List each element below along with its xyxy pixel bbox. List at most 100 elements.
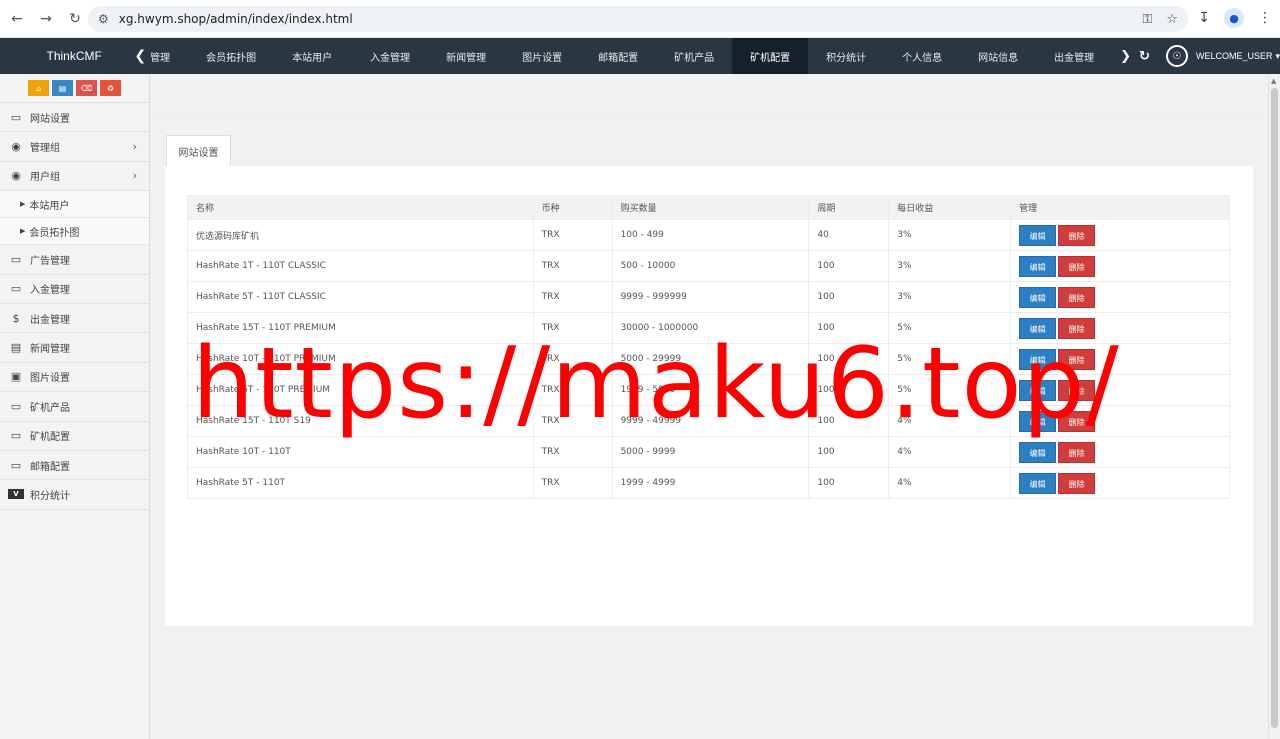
table-header-row: 名称 币种 购买数量 周期 每日收益 管理 [187,195,1230,220]
sidebar-item-7[interactable]: ▣ 图片设置 [0,362,149,393]
cell-actions: 编辑 删除 [1010,436,1230,468]
cell-amount: 100 - 499 [611,219,810,251]
cell-coin: TRX [532,219,613,251]
sidebar-item-label: 广告管理 [30,255,70,267]
cell-period: 100 [808,467,890,499]
nav-item-3[interactable]: 入金管理 [352,38,428,74]
sidebar-item-2[interactable]: ◉ 用户组 › [0,161,149,192]
download-icon[interactable]: ↧ [1198,10,1210,26]
recycle-icon[interactable]: ♻ [100,80,121,96]
sidebar-item-label: 管理组 [30,143,60,155]
nav-menu: 管理 会员拓扑图 本站用户 入金管理 新闻管理 图片设置 邮箱配置 矿机产品 矿机配置 积分统计个… [150,38,1112,74]
chevron-right-icon[interactable]: ❯ [1120,49,1131,64]
delete-button[interactable]: 删除 [1058,472,1096,494]
file-icon[interactable]: ▤ [52,80,73,96]
password-key-icon[interactable]: ⚿ [1142,12,1152,27]
nav-item-11[interactable]: 网站信息 [960,38,1036,74]
table-row: HashRate 10T - 110T TRX 5000 - 9999 100 4% 编辑… [187,436,1230,468]
forward-icon[interactable]: → [33,6,59,32]
column-header: 周期 [808,195,890,220]
delete-button[interactable]: 删除 [1058,441,1096,463]
edit-button[interactable]: 编辑 [1019,472,1057,494]
sidebar-item-label: 图片设置 [30,373,70,385]
edit-button[interactable]: 编辑 [1019,286,1057,308]
nav-item-9[interactable]: 积分统计 [808,38,884,74]
user-menu[interactable]: ☉ WELCOME_USER ▾ [1165,45,1280,67]
sidebar-item-8[interactable]: ▭ 矿机产品 [0,392,149,422]
nav-item-4[interactable]: 新闻管理 [428,38,504,74]
sidebar-item-label: 矿机产品 [30,402,70,414]
home-icon[interactable]: ⌂ [28,80,49,96]
sidebar-menu: ▭ 网站设置 ◉ 管理组 › ◉ 用户组 › ▶ 本站用户 ▶ 会员拓扑图 ▭ 广告管理 ▭ 入金管理 $ 出金管… [0,103,149,510]
site-info-icon[interactable]: ⚙ [98,12,109,26]
sidebar-subitem-label: 本站用户 [29,200,70,212]
sidebar-item-1[interactable]: ◉ 管理组 › [0,132,149,162]
nav-item-7[interactable]: 矿机产品 [656,38,732,74]
edit-button[interactable]: 编辑 [1019,255,1057,277]
sidebar-subitem-0[interactable]: ▶ 本站用户 [0,191,149,219]
table-row: HashRate 1T - 110T CLASSIC TRX 500 - 10000… [187,250,1230,282]
tab-website-settings[interactable]: 网站设置 [166,135,231,166]
delete-button[interactable]: 删除 [1058,286,1096,308]
trash-icon[interactable]: ⌫ [76,80,97,96]
cell-name: HashRate 1T - 110T CLASSIC [187,250,534,282]
cell-period: 40 [808,219,890,251]
cell-daily: 3% [888,219,1012,251]
delete-button[interactable]: 删除 [1058,224,1096,246]
brand-logo[interactable]: ThinkCMF [0,38,148,74]
sidebar-subitem-1[interactable]: ▶ 会员拓扑图 [0,218,149,246]
monitor-icon: ▭ [10,282,22,296]
cell-actions: 编辑 删除 [1010,250,1230,282]
sidebar-item-11[interactable]: V 积分统计 [0,480,149,510]
main-header-strip [150,74,1268,120]
profile-avatar-icon[interactable]: ● [1224,8,1244,28]
sidebar-item-10[interactable]: ▭ 邮箱配置 [0,450,149,481]
chevron-right-icon: › [132,140,137,154]
scroll-thumb[interactable] [1271,88,1278,728]
edit-button[interactable]: 编辑 [1019,441,1057,463]
reload-icon[interactable]: ↻ [62,6,88,32]
nav-item-1[interactable]: 会员拓扑图 [190,38,272,74]
delete-button[interactable]: 删除 [1058,255,1096,277]
chevron-left-icon[interactable]: ❮ [134,48,150,64]
nav-item-2[interactable]: 本站用户 [272,38,352,74]
address-bar[interactable]: ⚙ xg.hwym.shop/admin/index/index.html ⚿ … [88,6,1188,32]
nav-item-10[interactable]: 个人信息 [884,38,960,74]
monitor-icon: ▭ [10,110,22,124]
sidebar-item-label: 矿机配置 [30,432,70,444]
nav-item-8[interactable]: 矿机配置 [732,38,809,74]
nav-item-6[interactable]: 邮箱配置 [580,38,656,74]
nav-item-12[interactable]: 出金管理 [1036,38,1112,74]
sidebar-item-label: 邮箱配置 [30,461,70,473]
monitor-icon: ▭ [10,252,22,266]
menu-kebab-icon[interactable]: ⋮ [1258,10,1272,26]
back-icon[interactable]: ← [4,6,30,32]
column-header: 每日收益 [888,195,1012,220]
monitor-icon: ▭ [10,399,22,413]
table-row: 优选源码库矿机 TRX 100 - 499 40 3% 编辑 删除 [187,219,1230,251]
sidebar-item-3[interactable]: ▭ 广告管理 [0,245,149,275]
sidebar-item-6[interactable]: ▤ 新闻管理 [0,333,149,363]
sidebar-subitem-label: 会员拓扑图 [29,227,80,239]
cell-name: HashRate 5T - 110T CLASSIC [187,281,534,313]
sidebar-item-9[interactable]: ▭ 矿机配置 [0,421,149,451]
nav-item-0[interactable]: 管理 [150,38,190,74]
url-text[interactable]: xg.hwym.shop/admin/index/index.html [119,12,353,26]
edit-button[interactable]: 编辑 [1019,224,1057,246]
scroll-up-icon[interactable]: ▲ [1271,77,1276,85]
sidebar-item-0[interactable]: ▭ 网站设置 [0,103,149,133]
column-header: 管理 [1010,195,1230,220]
top-navbar: ThinkCMF ❮ 管理 会员拓扑图 本站用户 入金管理 新闻管理 图片设置 邮箱配置 矿机… [0,38,1280,74]
refresh-icon[interactable]: ↻ [1139,49,1150,64]
cell-actions: 编辑 删除 [1010,467,1230,499]
page-scrollbar[interactable]: ▲ [1268,74,1280,739]
sidebar-item-label: 积分统计 [30,490,70,502]
sidebar-item-5[interactable]: $ 出金管理 [0,303,149,334]
cell-amount: 9999 - 999999 [611,281,810,313]
sidebar-item-label: 出金管理 [30,314,70,326]
image-icon: ▣ [10,370,22,384]
table-row: HashRate 5T - 110T CLASSIC TRX 9999 - 9999… [187,281,1230,313]
bookmark-star-icon[interactable]: ☆ [1166,12,1178,27]
sidebar-item-4[interactable]: ▭ 入金管理 [0,274,149,304]
nav-item-5[interactable]: 图片设置 [504,38,580,74]
